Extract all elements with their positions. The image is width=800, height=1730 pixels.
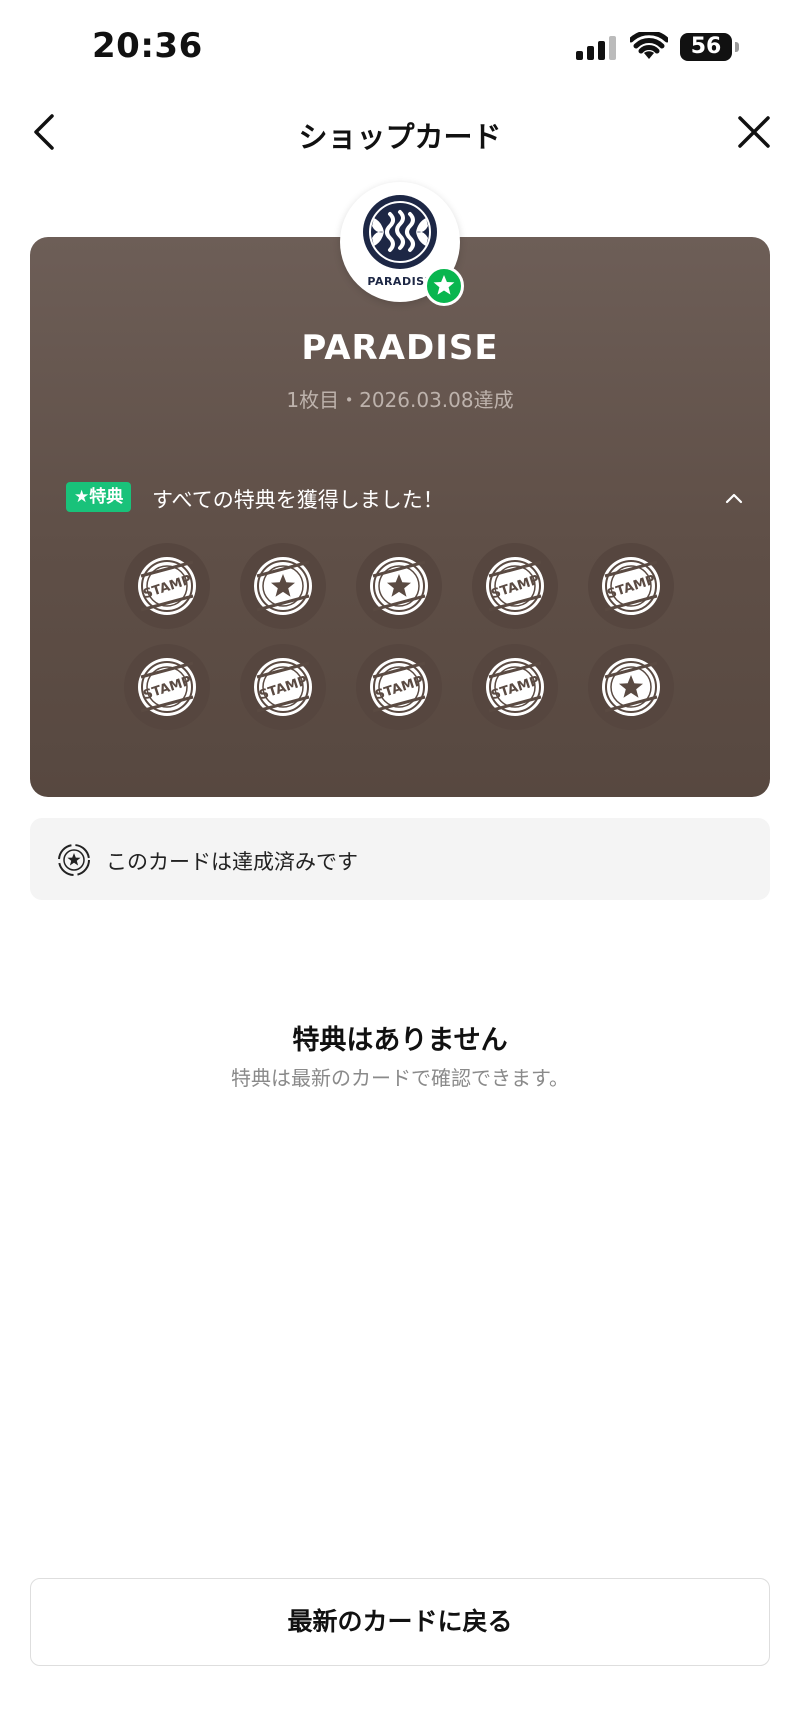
- star-stamp-icon: [254, 557, 312, 615]
- stamp-slot: STAMP: [240, 644, 326, 730]
- stamp-text-icon: STAMP: [602, 557, 660, 615]
- completed-notice: このカードは達成済みです: [30, 818, 770, 900]
- empty-subtitle: 特典は最新のカードで確認できます。: [231, 1066, 569, 1090]
- star-stamp-icon: [602, 658, 660, 716]
- benefit-status-text: すべての特典を獲得しました！: [152, 488, 444, 512]
- stamp-text-icon: STAMP: [370, 658, 428, 716]
- empty-title: 特典はありません: [292, 1025, 508, 1056]
- shop-name: PARADISE: [301, 328, 499, 368]
- stamp-slot: [240, 543, 326, 629]
- stamp-text-icon: STAMP: [486, 658, 544, 716]
- stamp-slot: STAMP: [356, 644, 442, 730]
- star-stamp-icon: [370, 557, 428, 615]
- stamp-text-icon: STAMP: [254, 658, 312, 716]
- stamp-slot: [356, 543, 442, 629]
- notice-text: このカードは達成済みです: [106, 850, 358, 874]
- stamp-slot: STAMP: [472, 644, 558, 730]
- battery-cap: [735, 42, 739, 52]
- nav-bar: ショップカード: [0, 100, 800, 164]
- back-to-latest-card-button[interactable]: 最新のカードに戻る: [30, 1578, 770, 1666]
- stamp-slot: STAMP: [124, 644, 210, 730]
- stamp-slot: STAMP: [588, 543, 674, 629]
- stamp-slot: [588, 644, 674, 730]
- chevron-up-icon[interactable]: [722, 486, 746, 510]
- stamp-text-icon: STAMP: [138, 658, 196, 716]
- benefit-row: ★特典 すべての特典を獲得しました！: [66, 482, 746, 514]
- benefit-tag: ★特典: [66, 482, 132, 512]
- paradise-logo-icon: [363, 195, 437, 269]
- status-bar: 20:36 56: [0, 0, 800, 96]
- card-subtitle: 1枚目・2026.03.08達成: [286, 388, 514, 412]
- stamp-slot: STAMP: [472, 543, 558, 629]
- verified-star-badge-icon: [424, 266, 464, 306]
- completed-stamp-icon: [58, 844, 90, 876]
- stamp-text-icon: STAMP: [486, 557, 544, 615]
- stamp-text-icon: STAMP: [138, 557, 196, 615]
- close-icon[interactable]: [730, 108, 778, 156]
- cellular-signal-icon: [576, 36, 618, 60]
- wifi-icon: [630, 32, 668, 59]
- battery-indicator: 56: [680, 33, 732, 61]
- page-title: ショップカード: [298, 120, 502, 154]
- stamp-slot: STAMP: [124, 543, 210, 629]
- status-time: 20:36: [92, 26, 203, 66]
